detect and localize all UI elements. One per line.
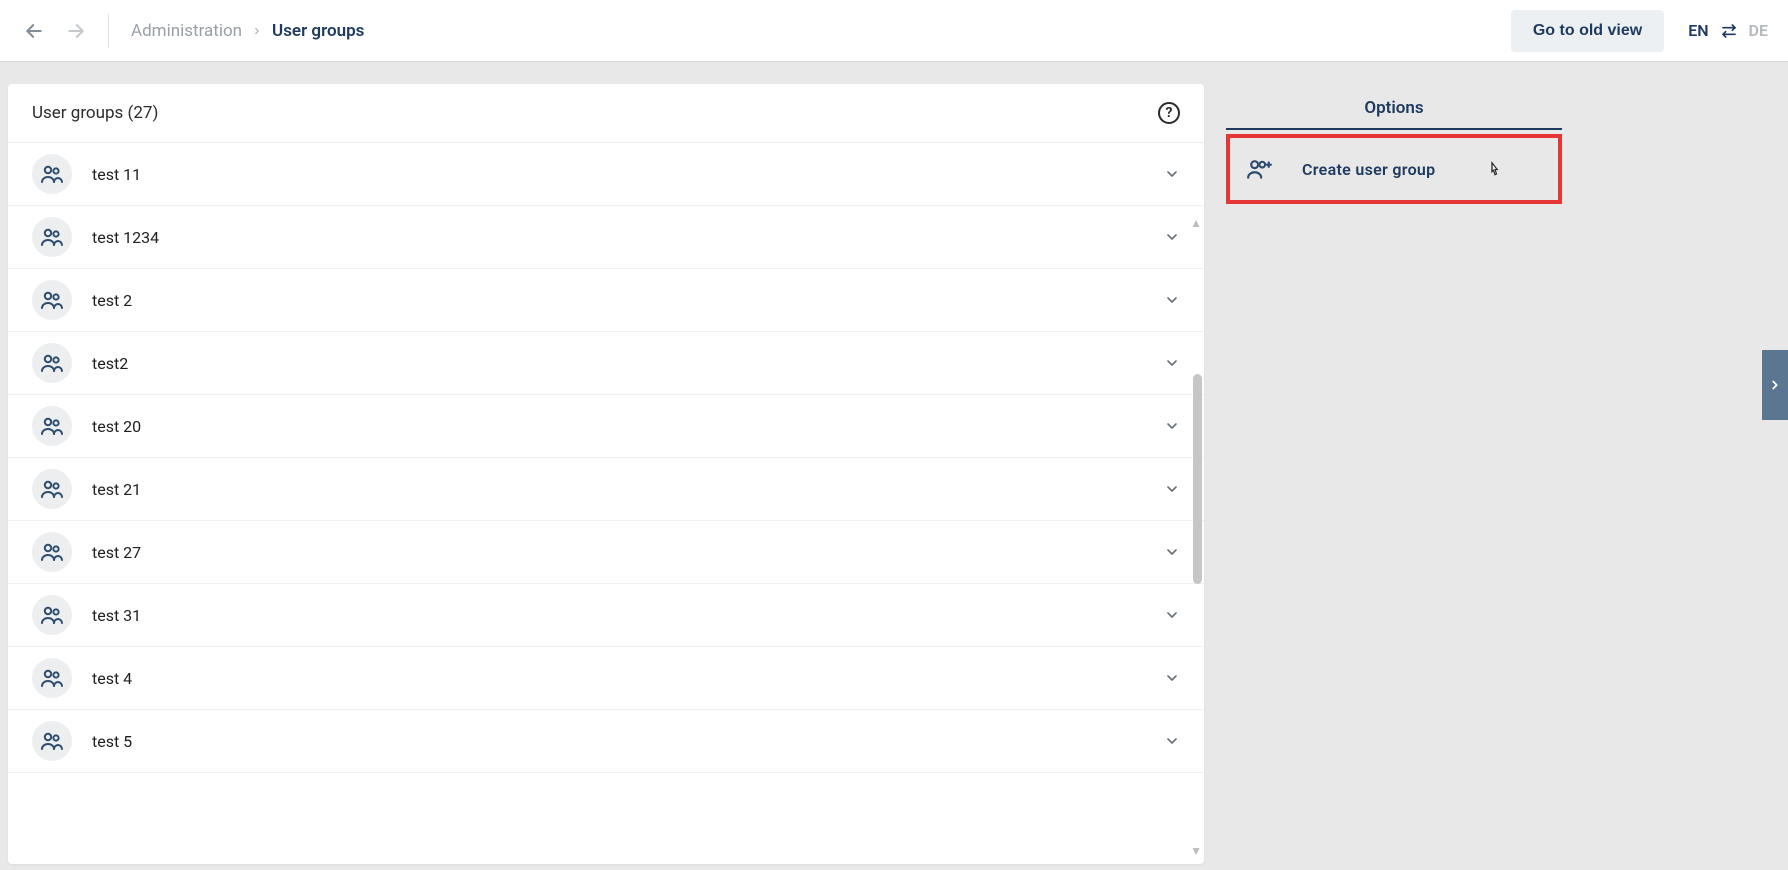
divider [108, 14, 109, 48]
arrow-left-icon [24, 21, 44, 41]
group-name: test 11 [92, 165, 1164, 184]
list-item[interactable]: test 2 [8, 269, 1204, 332]
topbar-right: Go to old view EN DE [1511, 10, 1768, 52]
help-icon[interactable]: ? [1158, 102, 1180, 124]
swap-icon[interactable] [1721, 23, 1737, 39]
user-groups-list: test 11 test 1234 test 2 test2 test 20 test 2… [8, 143, 1204, 864]
list-item[interactable]: test 20 [8, 395, 1204, 458]
chevron-down-icon[interactable] [1164, 292, 1180, 308]
topbar: Administration User groups Go to old vie… [0, 0, 1788, 62]
create-user-group-label: Create user group [1302, 160, 1435, 179]
group-name: test 1234 [92, 228, 1164, 247]
create-user-group-button[interactable]: Create user group [1226, 134, 1562, 204]
group-icon [32, 595, 72, 635]
group-icon [32, 154, 72, 194]
group-icon [32, 406, 72, 446]
scroll-up-arrow[interactable]: ▲ [1190, 216, 1202, 230]
group-name: test2 [92, 354, 1164, 373]
lang-de[interactable]: DE [1749, 21, 1768, 40]
group-name: test 20 [92, 417, 1164, 436]
nav-arrows [20, 17, 90, 45]
group-name: test 31 [92, 606, 1164, 625]
list-item[interactable]: test 21 [8, 458, 1204, 521]
user-group-add-icon [1246, 156, 1272, 182]
chevron-down-icon[interactable] [1164, 733, 1180, 749]
arrow-right-icon [66, 21, 86, 41]
group-name: test 27 [92, 543, 1164, 562]
main-area: User groups (27) ? test 11test 1234test … [0, 62, 1788, 870]
chevron-right-icon [252, 26, 262, 36]
language-switcher: EN DE [1688, 21, 1768, 40]
lang-en[interactable]: EN [1688, 21, 1708, 40]
pointer-cursor-icon [1486, 160, 1504, 182]
list-item[interactable]: test2 [8, 332, 1204, 395]
group-icon [32, 217, 72, 257]
list-item[interactable]: test 27 [8, 521, 1204, 584]
group-name: test 21 [92, 480, 1164, 499]
group-icon [32, 469, 72, 509]
list-item[interactable]: test 5 [8, 710, 1204, 773]
group-icon [32, 343, 72, 383]
chevron-down-icon[interactable] [1164, 607, 1180, 623]
scroll-down-arrow[interactable]: ▼ [1190, 844, 1202, 858]
chevron-down-icon[interactable] [1164, 166, 1180, 182]
chevron-down-icon[interactable] [1164, 418, 1180, 434]
breadcrumb-current[interactable]: User groups [272, 21, 364, 41]
group-icon [32, 280, 72, 320]
chevron-down-icon[interactable] [1164, 229, 1180, 245]
user-groups-panel: User groups (27) ? test 11test 1234test … [8, 84, 1204, 864]
list-item[interactable]: test 1234 [8, 206, 1204, 269]
group-name: test 4 [92, 669, 1164, 688]
chevron-down-icon[interactable] [1164, 355, 1180, 371]
chevron-down-icon[interactable] [1164, 544, 1180, 560]
chevron-down-icon[interactable] [1164, 481, 1180, 497]
chevron-down-icon[interactable] [1164, 670, 1180, 686]
breadcrumb: Administration User groups [131, 21, 364, 41]
side-expand-tab[interactable] [1762, 350, 1788, 420]
chevron-right-icon [1768, 378, 1782, 392]
group-icon [32, 658, 72, 698]
nav-forward-button[interactable] [62, 17, 90, 45]
panel-header: User groups (27) ? [8, 84, 1204, 143]
group-icon [32, 721, 72, 761]
group-icon [32, 532, 72, 572]
old-view-button[interactable]: Go to old view [1511, 10, 1664, 52]
group-name: test 2 [92, 291, 1164, 310]
list-item[interactable]: test 11 [8, 143, 1204, 206]
panel-title: User groups (27) [32, 103, 158, 123]
list-item[interactable]: test 31 [8, 584, 1204, 647]
nav-back-button[interactable] [20, 17, 48, 45]
group-name: test 5 [92, 732, 1164, 751]
list-item[interactable]: test 4 [8, 647, 1204, 710]
breadcrumb-root[interactable]: Administration [131, 21, 242, 41]
scrollbar-thumb[interactable] [1193, 374, 1202, 584]
options-panel: Options Create user group [1226, 84, 1562, 864]
options-heading: Options [1226, 84, 1562, 130]
